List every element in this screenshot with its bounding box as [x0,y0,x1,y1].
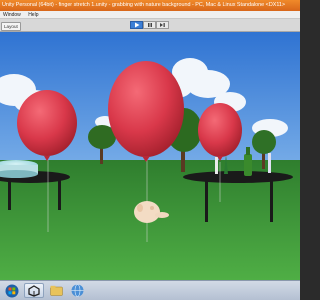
play-icon [134,22,139,28]
step-icon [160,23,165,27]
start-orb-icon [5,284,19,297]
menu-item-window[interactable]: Window [0,11,24,19]
window-title-bar: Unity Personal (64bit) - finger stretch … [0,0,300,11]
browser-icon [71,284,83,297]
folder-icon [49,285,63,296]
game-view[interactable] [0,32,300,280]
bottle [244,154,252,176]
os-taskbar [0,280,300,300]
step-button[interactable] [156,21,169,29]
pause-icon [147,23,152,27]
menu-bar: Window Help [0,11,300,19]
window-title: Unity Personal (64bit) - finger stretch … [2,2,286,8]
start-button[interactable] [2,283,22,298]
editor-toolbar: Layout [0,19,300,32]
scene-render [0,32,300,280]
taskbar-browser[interactable] [67,283,87,298]
menu-item-help[interactable]: Help [25,11,41,19]
layout-dropdown[interactable]: Layout [1,22,21,31]
taskbar-explorer[interactable] [46,283,66,298]
play-button[interactable] [130,21,143,29]
taskbar-unity[interactable] [24,283,44,298]
pause-button[interactable] [143,21,156,29]
unity-icon [28,284,40,297]
play-controls [130,21,169,30]
